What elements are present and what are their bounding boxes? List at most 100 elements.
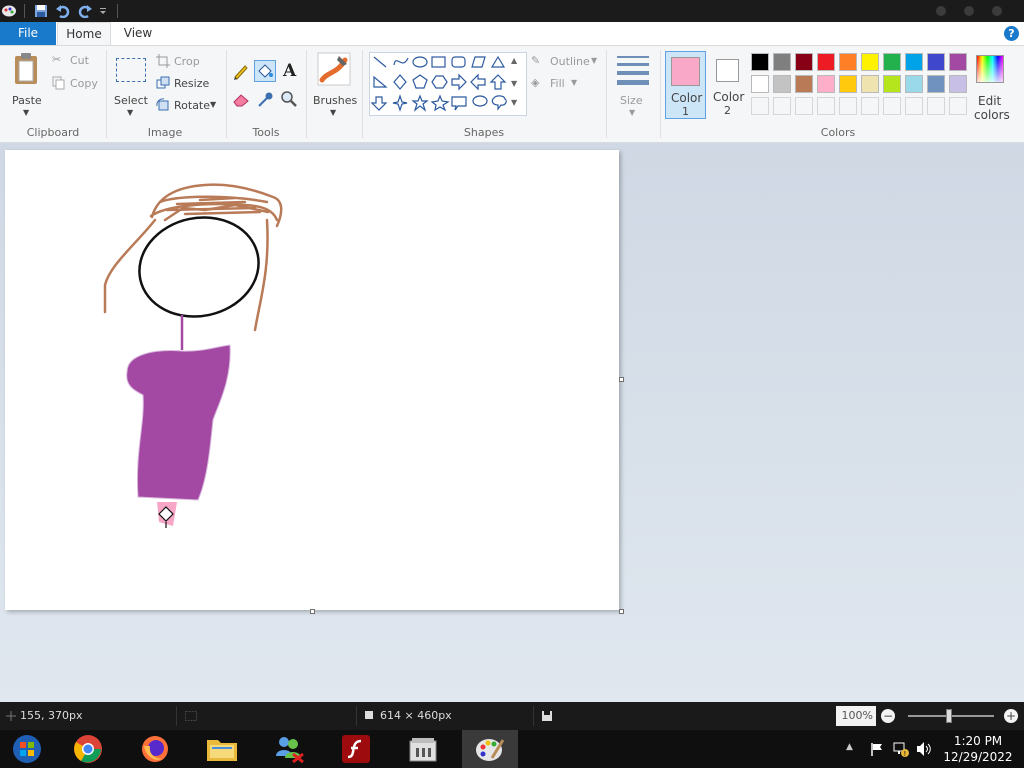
select-button[interactable]: Select ▼	[112, 50, 152, 120]
undo-icon[interactable]	[54, 3, 72, 19]
clock-date: 12/29/2022	[943, 750, 1013, 764]
resize-button[interactable]: Resize	[156, 76, 216, 92]
canvas-size: 614 × 460px	[380, 709, 452, 722]
canvas-size-icon	[365, 711, 373, 719]
custom-color-slot[interactable]	[795, 97, 813, 115]
resize-handle-corner[interactable]	[619, 609, 624, 614]
palette-swatch[interactable]	[795, 53, 813, 71]
fill-tool[interactable]	[254, 60, 276, 82]
system-clock[interactable]: 1:20 PM 12/29/2022	[940, 733, 1016, 765]
shapes-scroll-up[interactable]: ▲	[511, 56, 517, 65]
palette-swatch[interactable]	[861, 75, 879, 93]
custom-color-slot[interactable]	[817, 97, 835, 115]
start-button[interactable]	[0, 730, 54, 768]
custom-color-slot[interactable]	[773, 97, 791, 115]
shapes-expand[interactable]: ▼	[511, 98, 517, 107]
taskbar-chrome[interactable]	[60, 730, 116, 768]
maximize-button[interactable]	[964, 6, 974, 16]
pencil-tool[interactable]	[232, 62, 252, 82]
edit-colors-button[interactable]: Edit colors	[970, 50, 1010, 122]
taskbar-paint[interactable]	[462, 730, 518, 768]
firefox-icon	[142, 736, 168, 762]
custom-color-slot[interactable]	[905, 97, 923, 115]
palette-swatch[interactable]	[751, 53, 769, 71]
paste-icon	[15, 53, 37, 84]
volume-icon[interactable]	[916, 741, 932, 757]
color2-swatch	[716, 59, 739, 82]
palette-swatch[interactable]	[839, 53, 857, 71]
paint-app-icon[interactable]	[0, 3, 18, 19]
help-icon[interactable]: ?	[1004, 26, 1019, 41]
palette-swatch[interactable]	[795, 75, 813, 93]
custom-color-slot[interactable]	[883, 97, 901, 115]
palette-swatch[interactable]	[949, 53, 967, 71]
taskbar-archive[interactable]	[395, 730, 451, 768]
copy-button[interactable]: Copy	[52, 76, 102, 92]
custom-color-slot[interactable]	[927, 97, 945, 115]
palette-swatch[interactable]	[905, 53, 923, 71]
tab-view[interactable]: View	[116, 22, 160, 45]
color2-button[interactable]: Color 2	[708, 51, 749, 119]
customize-quick-access-icon[interactable]	[97, 3, 109, 19]
zoom-out-button[interactable]: −	[881, 709, 895, 723]
taskbar-flash[interactable]	[328, 730, 384, 768]
outline-button[interactable]: ✎ Outline ▼	[531, 54, 601, 70]
palette-swatch[interactable]	[861, 53, 879, 71]
palette-swatch[interactable]	[817, 53, 835, 71]
eraser-tool[interactable]	[232, 90, 252, 110]
show-hidden-icons[interactable]: ▲	[846, 742, 853, 752]
custom-color-slot[interactable]	[861, 97, 879, 115]
close-button[interactable]	[992, 6, 1002, 16]
palette-swatch[interactable]	[927, 53, 945, 71]
resize-handle-right[interactable]	[619, 377, 624, 382]
taskbar-file-explorer[interactable]	[194, 730, 250, 768]
fill-button[interactable]: ◈ Fill ▼	[531, 76, 591, 92]
palette-swatch[interactable]	[751, 75, 769, 93]
paste-button[interactable]: Paste ▼	[6, 50, 46, 120]
text-tool[interactable]: A	[280, 60, 300, 82]
drawing-canvas[interactable]	[5, 150, 619, 610]
tab-file[interactable]: File	[0, 22, 56, 45]
taskbar-messenger[interactable]	[261, 730, 317, 768]
scissors-icon: ✂	[52, 53, 62, 66]
taskbar-firefox[interactable]	[127, 730, 183, 768]
network-icon[interactable]: !	[893, 741, 909, 757]
action-center-flag-icon[interactable]	[870, 742, 884, 756]
zoom-slider-thumb[interactable]	[946, 709, 952, 723]
zoom-slider[interactable]	[908, 709, 994, 723]
rotate-button[interactable]: Rotate ▼	[156, 98, 222, 114]
minimize-button[interactable]	[936, 6, 946, 16]
save-icon[interactable]	[32, 3, 50, 19]
crop-button[interactable]: Crop	[156, 54, 216, 70]
palette-swatch[interactable]	[839, 75, 857, 93]
color1-button[interactable]: Color 1	[665, 51, 706, 119]
palette-swatch[interactable]	[883, 75, 901, 93]
palette-swatch[interactable]	[883, 53, 901, 71]
custom-color-slot[interactable]	[949, 97, 967, 115]
color2-number: 2	[724, 104, 731, 117]
shapes-scroll-down[interactable]: ▼	[511, 79, 517, 88]
color-picker-tool[interactable]	[256, 90, 276, 110]
magnifier-tool[interactable]	[280, 90, 300, 110]
palette-swatch[interactable]	[905, 75, 923, 93]
palette-swatch[interactable]	[773, 53, 791, 71]
palette-swatch[interactable]	[817, 75, 835, 93]
size-button[interactable]: Size ▼	[612, 50, 654, 120]
brush-icon	[317, 52, 351, 86]
brushes-button[interactable]: Brushes ▼	[310, 50, 358, 120]
redo-icon[interactable]	[76, 3, 94, 19]
zoom-in-button[interactable]: +	[1004, 709, 1018, 723]
cut-button[interactable]: ✂ Cut	[52, 53, 102, 69]
resize-handle-bottom[interactable]	[310, 609, 315, 614]
tab-home[interactable]: Home	[57, 22, 111, 45]
custom-color-slot[interactable]	[751, 97, 769, 115]
palette-swatch[interactable]	[773, 75, 791, 93]
fill-icon: ◈	[531, 76, 540, 89]
palette-swatch[interactable]	[949, 75, 967, 93]
custom-color-slot[interactable]	[839, 97, 857, 115]
palette-swatch[interactable]	[927, 75, 945, 93]
fill-label: Fill	[550, 77, 565, 90]
color1-label: Color	[671, 91, 703, 105]
size-label: Size	[620, 94, 643, 107]
resize-label: Resize	[174, 77, 210, 90]
